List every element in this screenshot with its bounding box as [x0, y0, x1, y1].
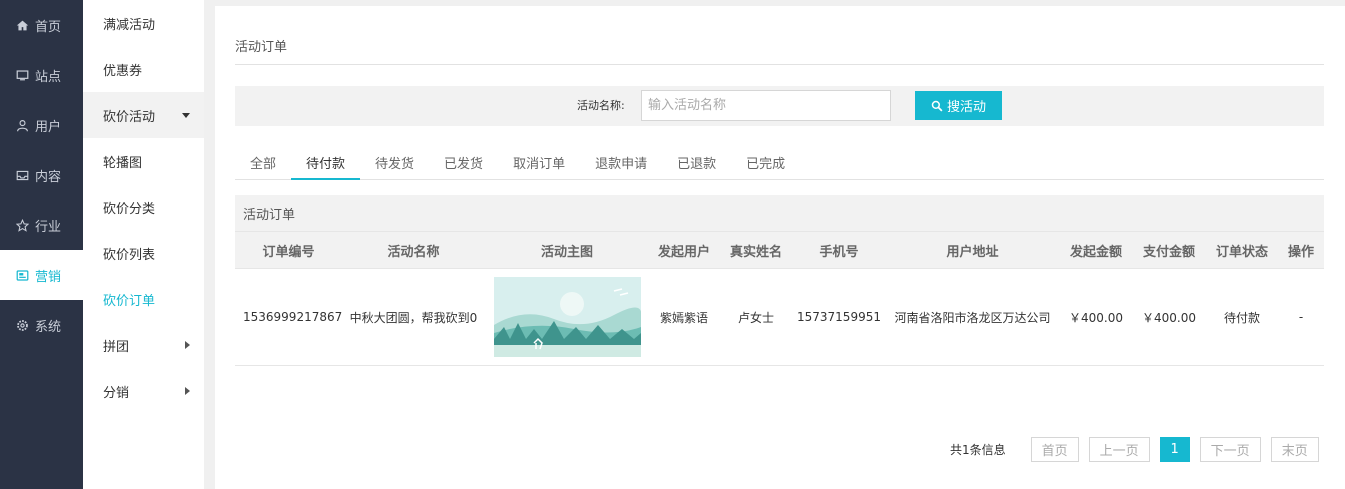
- page-title: 活动订单: [235, 40, 288, 55]
- last-page-button[interactable]: 末页: [1270, 437, 1319, 462]
- monitor-icon: [15, 68, 29, 82]
- column-header: 支付金额: [1142, 244, 1195, 260]
- primary-sidebar: 首页 站点 用户 内容 行业 营销 系统: [0, 0, 83, 489]
- subnav-group-buy[interactable]: 拼团: [83, 322, 204, 368]
- first-page-button[interactable]: 首页: [1030, 437, 1079, 462]
- user-address: 河南省洛阳市洛龙区万达公司: [894, 310, 1051, 325]
- main-panel: 活动订单 活动名称: 搜活动 全部 待付款 待发货 已发货 取消订单 退款申请 …: [215, 6, 1345, 489]
- nav-content-label: 内容: [35, 169, 62, 185]
- tab-refund-request[interactable]: 退款申请: [580, 146, 662, 180]
- pagination-info: 共1条信息: [950, 443, 1006, 457]
- layout-gap: [204, 0, 215, 489]
- subnav-full-reduction[interactable]: 满减活动: [83, 0, 204, 46]
- pagination: 共1条信息 首页 上一页 1 下一页 末页: [950, 437, 1329, 462]
- subnav-bargain-activity[interactable]: 砍价活动: [83, 92, 204, 138]
- column-header: 活动主图: [540, 244, 593, 260]
- tab-pending-payment[interactable]: 待付款: [291, 146, 361, 180]
- subnav-bargain-list[interactable]: 砍价列表: [83, 230, 204, 276]
- user-icon: [15, 118, 29, 132]
- prev-page-button[interactable]: 上一页: [1088, 437, 1150, 462]
- nav-home-label: 首页: [35, 19, 62, 35]
- nav-system-label: 系统: [35, 319, 62, 335]
- real-name: 卢女士: [737, 310, 774, 325]
- paid-amount: ￥400.00: [1142, 310, 1196, 325]
- tab-refunded[interactable]: 已退款: [662, 146, 731, 180]
- table-row: 1536999217867 中秋大团圆，帮我砍到0 紫嫣紫语 卢女士 15737…: [235, 269, 1324, 366]
- subnav-label: 分销: [103, 385, 130, 401]
- subnav-banner[interactable]: 轮播图: [83, 138, 204, 184]
- tab-shipped[interactable]: 已发货: [429, 146, 498, 180]
- nav-user[interactable]: 用户: [0, 100, 83, 150]
- subnav-label: 砍价分类: [103, 201, 156, 217]
- gear-icon: [15, 318, 29, 332]
- column-header: 活动名称: [387, 244, 440, 260]
- subnav-distribution[interactable]: 分销: [83, 368, 204, 414]
- home-icon: [15, 18, 29, 32]
- search-button[interactable]: 搜活动: [915, 91, 1002, 120]
- orders-table: 活动订单 订单编号 活动名称 活动主图 发起用户 真实姓名 手机号 用户地址 发…: [235, 195, 1324, 366]
- column-header: 真实姓名: [729, 244, 782, 260]
- subnav-label: 砍价活动: [103, 109, 156, 125]
- activity-thumbnail: [493, 277, 641, 357]
- subnav-label: 砍价列表: [103, 247, 156, 263]
- subnav-label: 满减活动: [103, 17, 156, 33]
- nav-user-label: 用户: [35, 119, 62, 135]
- tab-all[interactable]: 全部: [235, 146, 291, 180]
- nav-system[interactable]: 系统: [0, 300, 83, 350]
- nav-site[interactable]: 站点: [0, 50, 83, 100]
- marketing-icon: [15, 268, 29, 282]
- column-header: 手机号: [819, 244, 859, 260]
- nav-site-label: 站点: [35, 69, 62, 85]
- column-header: 操作: [1287, 244, 1314, 260]
- column-header: 发起金额: [1069, 244, 1122, 260]
- current-page-button[interactable]: 1: [1159, 437, 1190, 462]
- title-divider: [235, 64, 1324, 65]
- initiator-user: 紫嫣紫语: [659, 310, 708, 325]
- search-icon: [931, 100, 943, 111]
- start-amount: ￥400.00: [1069, 310, 1123, 325]
- subnav-coupon[interactable]: 优惠券: [83, 46, 204, 92]
- column-header: 发起用户: [657, 244, 710, 260]
- nav-marketing[interactable]: 营销: [0, 250, 83, 300]
- order-number: 1536999217867: [243, 310, 342, 324]
- column-header: 订单编号: [262, 244, 315, 260]
- secondary-sidebar: 满减活动 优惠券 砍价活动 轮播图 砍价分类 砍价列表 砍价订单 拼团 分销: [83, 0, 204, 489]
- nav-industry-label: 行业: [35, 219, 62, 235]
- star-icon: [15, 218, 29, 232]
- activity-image-cell: [485, 269, 649, 365]
- inbox-icon: [15, 168, 29, 182]
- tab-completed[interactable]: 已完成: [731, 146, 800, 180]
- subnav-bargain-category[interactable]: 砍价分类: [83, 184, 204, 230]
- column-header: 用户地址: [946, 244, 999, 260]
- search-label: 活动名称:: [577, 99, 625, 112]
- search-input[interactable]: [641, 90, 891, 121]
- chevron-down-icon: [182, 112, 190, 118]
- subnav-bargain-orders[interactable]: 砍价订单: [83, 276, 204, 322]
- nav-marketing-label: 营销: [35, 269, 62, 285]
- chevron-right-icon: [185, 387, 190, 395]
- next-page-button[interactable]: 下一页: [1199, 437, 1261, 462]
- table-caption: 活动订单: [235, 195, 1324, 232]
- nav-content[interactable]: 内容: [0, 150, 83, 200]
- chevron-right-icon: [185, 341, 190, 349]
- order-status: 待付款: [1223, 310, 1260, 325]
- column-header: 订单状态: [1215, 244, 1268, 260]
- activity-name: 中秋大团圆，帮我砍到0: [349, 310, 478, 325]
- row-action[interactable]: -: [1278, 269, 1324, 365]
- search-button-label: 搜活动: [946, 100, 986, 115]
- subnav-label: 轮播图: [103, 155, 143, 171]
- phone-number: 15737159951: [797, 310, 881, 324]
- tab-cancelled[interactable]: 取消订单: [498, 146, 580, 180]
- tab-pending-shipment[interactable]: 待发货: [360, 146, 429, 180]
- search-bar: 活动名称: 搜活动: [235, 86, 1324, 126]
- nav-home[interactable]: 首页: [0, 0, 83, 50]
- subnav-label: 拼团: [103, 339, 130, 355]
- table-header: 订单编号 活动名称 活动主图 发起用户 真实姓名 手机号 用户地址 发起金额 支…: [235, 232, 1324, 269]
- nav-industry[interactable]: 行业: [0, 200, 83, 250]
- subnav-label: 砍价订单: [103, 293, 156, 309]
- order-status-tabs: 全部 待付款 待发货 已发货 取消订单 退款申请 已退款 已完成: [235, 146, 1324, 180]
- subnav-label: 优惠券: [103, 63, 143, 79]
